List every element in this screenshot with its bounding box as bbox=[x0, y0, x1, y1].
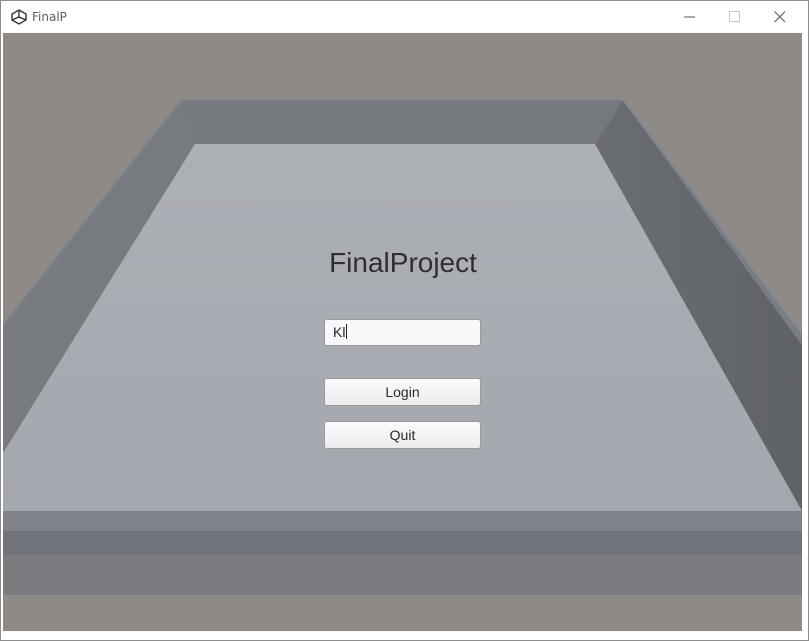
minimize-icon bbox=[684, 16, 695, 18]
title-bar[interactable]: FinalP bbox=[1, 1, 808, 33]
window-title: FinalP bbox=[32, 10, 67, 24]
unity-logo-icon bbox=[11, 9, 27, 25]
close-icon bbox=[774, 11, 786, 23]
player-name-input[interactable]: Kl bbox=[324, 319, 481, 346]
login-button[interactable]: Login bbox=[324, 378, 481, 406]
close-button[interactable] bbox=[757, 1, 802, 33]
maximize-icon bbox=[729, 11, 740, 22]
maximize-button[interactable] bbox=[712, 1, 757, 33]
app-window: FinalP FinalProject Kl Login Quit bbox=[0, 0, 809, 641]
player-name-value: Kl bbox=[333, 324, 346, 340]
quit-button[interactable]: Quit bbox=[324, 421, 481, 449]
minimize-button[interactable] bbox=[667, 1, 712, 33]
game-title: FinalProject bbox=[329, 247, 477, 278]
game-viewport: FinalProject Kl Login Quit bbox=[3, 33, 802, 631]
text-caret bbox=[346, 324, 348, 339]
